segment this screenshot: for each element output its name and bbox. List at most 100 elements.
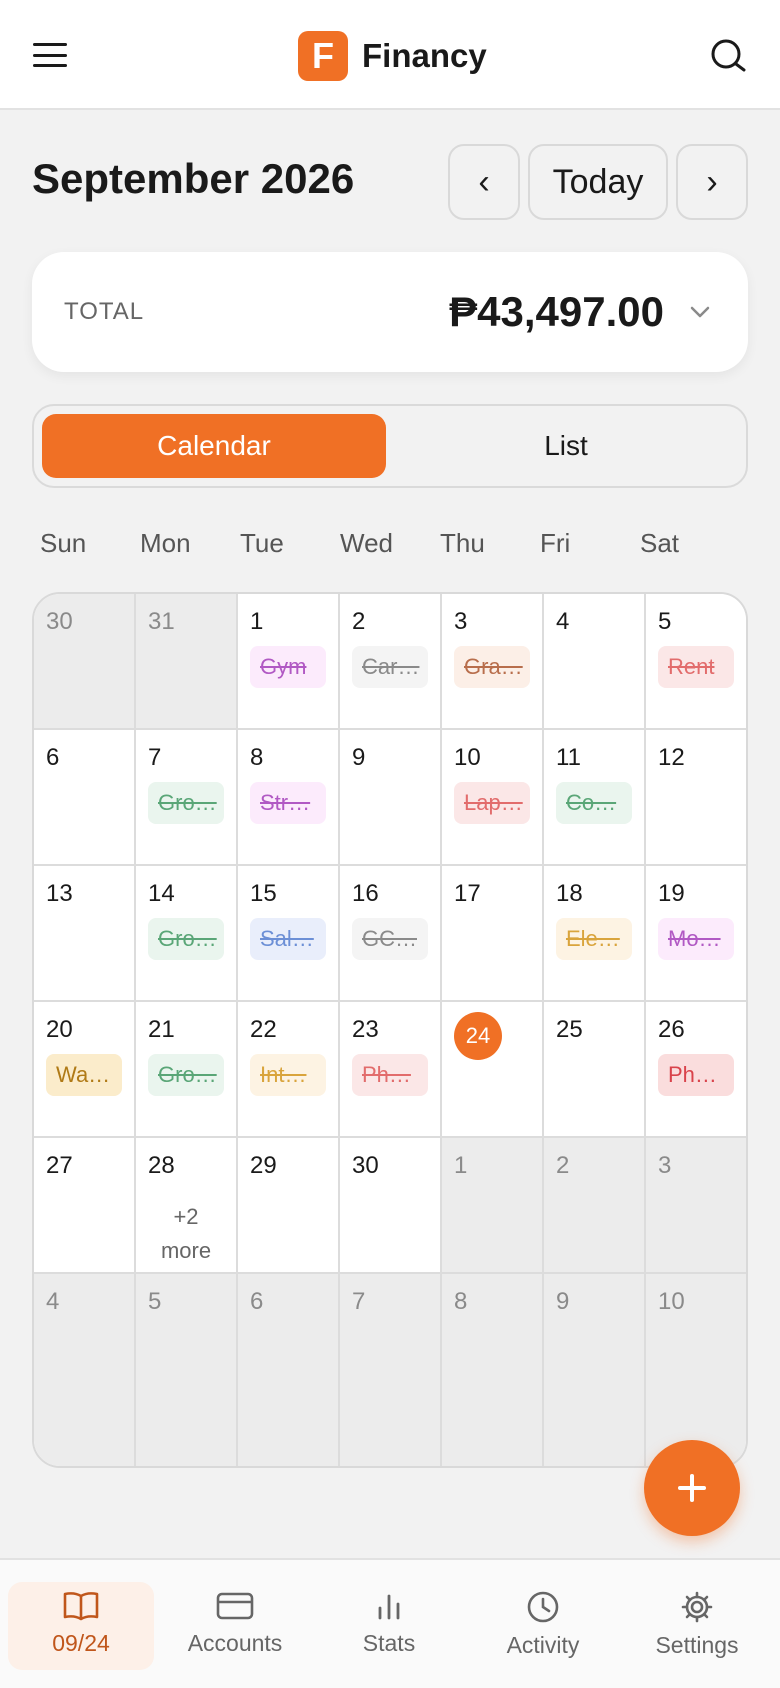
total-summary-card[interactable]: TOTAL ₱43,497.00 bbox=[32, 252, 748, 372]
calendar-day-cell[interactable]: 10 Lap… bbox=[442, 730, 544, 866]
day-number: 27 bbox=[46, 1152, 73, 1179]
calendar-day-cell[interactable]: 28 +2 more bbox=[136, 1138, 238, 1274]
day-number: 16 bbox=[352, 880, 379, 907]
calendar-day-cell[interactable]: 3 bbox=[646, 1138, 746, 1274]
transaction-chip[interactable]: Gro… bbox=[148, 1054, 224, 1096]
nav-label: 09/24 bbox=[52, 1630, 110, 1656]
previous-month-button[interactable]: ‹ bbox=[448, 144, 520, 220]
transaction-chip[interactable]: Co… bbox=[556, 782, 632, 824]
transaction-chip[interactable]: Rent bbox=[658, 646, 734, 688]
calendar-day-cell[interactable]: 30 bbox=[34, 594, 136, 730]
calendar-grid: 30 31 1 Gym 2 Car… 3 Gra… 4 5 Rent 6 7 Gro… 8 Str… 9 10 La… bbox=[32, 592, 748, 1468]
calendar-day-cell[interactable]: 1 bbox=[442, 1138, 544, 1274]
transaction-chip[interactable]: Car… bbox=[352, 646, 428, 688]
day-number: 19 bbox=[658, 880, 685, 907]
nav-item-today[interactable]: 09/24 bbox=[8, 1582, 154, 1670]
day-number: 10 bbox=[658, 1288, 685, 1315]
card-icon bbox=[216, 1592, 254, 1620]
nav-item-activity[interactable]: Activity bbox=[470, 1582, 616, 1670]
day-number: 4 bbox=[556, 608, 570, 635]
transaction-chip[interactable]: Ele… bbox=[556, 918, 632, 960]
day-number: 30 bbox=[46, 608, 73, 635]
calendar-day-cell[interactable]: 23 Ph… bbox=[340, 1002, 442, 1138]
day-number: 30 bbox=[352, 1152, 379, 1179]
calendar-day-cell[interactable]: 8 Str… bbox=[238, 730, 340, 866]
transaction-chip[interactable]: Ph… bbox=[658, 1054, 734, 1096]
transaction-chip[interactable]: Int… bbox=[250, 1054, 326, 1096]
calendar-day-cell[interactable]: 7 Gro… bbox=[136, 730, 238, 866]
transaction-chip[interactable]: Sal… bbox=[250, 918, 326, 960]
calendar-view-tab[interactable]: Calendar bbox=[42, 414, 386, 478]
calendar-day-cell[interactable]: 16 GC… bbox=[340, 866, 442, 1002]
calendar-day-cell[interactable]: 9 bbox=[340, 730, 442, 866]
calendar-day-cell[interactable]: 30 bbox=[340, 1138, 442, 1274]
nav-item-stats[interactable]: Stats bbox=[316, 1582, 462, 1670]
calendar-day-cell[interactable]: 1 Gym bbox=[238, 594, 340, 730]
transaction-chip[interactable]: Mo… bbox=[658, 918, 734, 960]
transaction-chip[interactable]: Wa… bbox=[46, 1054, 122, 1096]
transaction-chip[interactable]: GC… bbox=[352, 918, 428, 960]
day-number: 29 bbox=[250, 1152, 277, 1179]
calendar-day-cell[interactable]: 27 bbox=[34, 1138, 136, 1274]
calendar-day-cell[interactable]: 2 bbox=[544, 1138, 646, 1274]
transaction-chip[interactable]: Ph… bbox=[352, 1054, 428, 1096]
month-title: September 2026 bbox=[32, 155, 355, 202]
calendar-day-cell[interactable]: 4 bbox=[544, 594, 646, 730]
day-number: 17 bbox=[454, 880, 481, 907]
calendar-day-cell[interactable]: 6 bbox=[238, 1274, 340, 1466]
calendar-day-cell[interactable]: 6 bbox=[34, 730, 136, 866]
transaction-chip[interactable]: Gro… bbox=[148, 918, 224, 960]
nav-item-settings[interactable]: Settings bbox=[624, 1582, 770, 1670]
calendar-day-cell[interactable]: 20 Wa… bbox=[34, 1002, 136, 1138]
weekday-label: Wed bbox=[340, 528, 393, 558]
calendar-day-cell[interactable]: 18 Ele… bbox=[544, 866, 646, 1002]
calendar-day-cell[interactable]: 31 bbox=[136, 594, 238, 730]
calendar-day-cell[interactable]: 15 Sal… bbox=[238, 866, 340, 1002]
calendar-day-cell[interactable]: 26 Ph… bbox=[646, 1002, 746, 1138]
day-number: 9 bbox=[556, 1288, 570, 1315]
calendar-day-cell[interactable]: 7 bbox=[340, 1274, 442, 1466]
calendar-day-cell[interactable]: 8 bbox=[442, 1274, 544, 1466]
calendar-day-cell[interactable]: 11 Co… bbox=[544, 730, 646, 866]
transaction-chip[interactable]: Gro… bbox=[148, 782, 224, 824]
day-number: 25 bbox=[556, 1016, 583, 1043]
day-number: 1 bbox=[454, 1152, 468, 1179]
day-number: 7 bbox=[148, 744, 162, 771]
calendar-day-cell[interactable]: 10 bbox=[646, 1274, 746, 1466]
calendar-day-cell[interactable]: 21 Gro… bbox=[136, 1002, 238, 1138]
calendar-day-cell[interactable]: 12 bbox=[646, 730, 746, 866]
transaction-chip[interactable]: Gym bbox=[250, 646, 326, 688]
calendar-day-cell[interactable]: 9 bbox=[544, 1274, 646, 1466]
menu-icon[interactable] bbox=[30, 38, 70, 72]
calendar-day-cell[interactable]: 22 Int… bbox=[238, 1002, 340, 1138]
today-button[interactable]: Today bbox=[528, 144, 668, 220]
more-transactions-link[interactable]: +2 more bbox=[146, 1200, 226, 1268]
calendar-day-cell[interactable]: 4 bbox=[34, 1274, 136, 1466]
weekday-label: Tue bbox=[240, 528, 284, 558]
transaction-chip[interactable]: Gra… bbox=[454, 646, 530, 688]
calendar-day-cell[interactable]: 5 Rent bbox=[646, 594, 746, 730]
calendar-day-cell[interactable]: 5 bbox=[136, 1274, 238, 1466]
transaction-chip[interactable]: Str… bbox=[250, 782, 326, 824]
transaction-chip[interactable]: Lap… bbox=[454, 782, 530, 824]
calendar-day-cell[interactable]: 29 bbox=[238, 1138, 340, 1274]
calendar-day-cell[interactable]: 3 Gra… bbox=[442, 594, 544, 730]
day-number: 1 bbox=[250, 608, 264, 635]
add-transaction-button[interactable] bbox=[644, 1440, 740, 1536]
calendar-day-cell[interactable]: 25 bbox=[544, 1002, 646, 1138]
search-icon[interactable] bbox=[708, 36, 748, 76]
chevron-down-icon[interactable] bbox=[688, 300, 712, 324]
next-month-button[interactable]: › bbox=[676, 144, 748, 220]
day-number: 31 bbox=[148, 608, 175, 635]
list-view-tab[interactable]: List bbox=[394, 414, 738, 478]
top-app-bar: F Financy bbox=[0, 0, 780, 110]
calendar-day-cell[interactable]: 24 bbox=[442, 1002, 544, 1138]
calendar-day-cell[interactable]: 13 bbox=[34, 866, 136, 1002]
calendar-day-cell[interactable]: 19 Mo… bbox=[646, 866, 746, 1002]
nav-item-accounts[interactable]: Accounts bbox=[162, 1582, 308, 1670]
calendar-day-cell[interactable]: 17 bbox=[442, 866, 544, 1002]
calendar-day-cell[interactable]: 14 Gro… bbox=[136, 866, 238, 1002]
clock-icon bbox=[527, 1591, 559, 1623]
day-number: 3 bbox=[454, 608, 468, 635]
calendar-day-cell[interactable]: 2 Car… bbox=[340, 594, 442, 730]
